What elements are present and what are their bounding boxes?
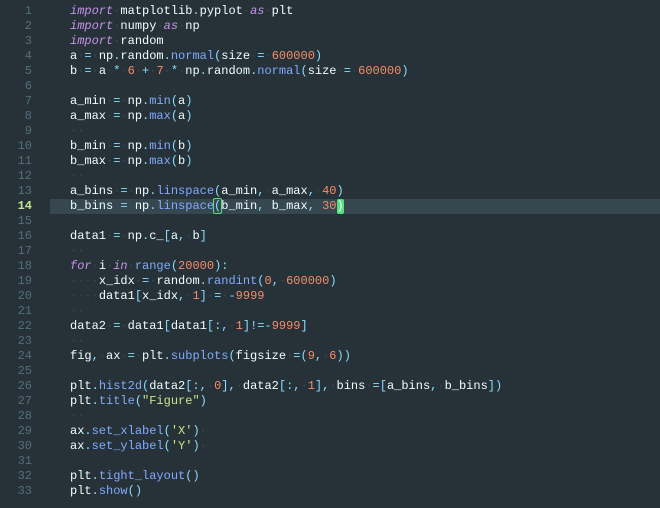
code-line[interactable]: ·· [70,169,660,184]
code-area[interactable]: import·matplotlib.pyplot·as·pltimport·nu… [50,0,660,499]
code-line[interactable]: ·· [70,409,660,424]
line-number: 11 [0,154,32,169]
line-number: 30 [0,439,32,454]
code-line[interactable]: ····x_idx·=·random.randint(0,·600000) [70,274,660,289]
code-line[interactable]: b_min·=·np.min(b) [70,139,660,154]
code-line[interactable]: a_bins·=·np.linspace(a_min,·a_max,·40) [70,184,660,199]
line-number: 22 [0,319,32,334]
line-number: 4 [0,49,32,64]
line-number: 17 [0,244,32,259]
line-number: 5 [0,64,32,79]
line-number: 23 [0,334,32,349]
line-number: 18 [0,259,32,274]
code-line[interactable]: plt.title("Figure") [70,394,660,409]
code-line[interactable] [70,79,660,94]
line-number: 33 [0,484,32,499]
code-line[interactable]: import·numpy·as·np [70,19,660,34]
line-number: 8 [0,109,32,124]
code-line[interactable]: fig,·ax·=·plt.subplots(figsize·=(9,·6)) [70,349,660,364]
code-line[interactable]: import·random [70,34,660,49]
line-number: 21 [0,304,32,319]
code-line[interactable]: ·· [70,304,660,319]
line-number: 31 [0,454,32,469]
code-line[interactable]: a_min·=·np.min(a) [70,94,660,109]
line-number: 1 [0,4,32,19]
code-line[interactable]: plt.tight_layout() [70,469,660,484]
code-line[interactable]: import·matplotlib.pyplot·as·plt [70,4,660,19]
code-line[interactable]: b·=·a·*·6·+·7·*·np.random.normal(size·=·… [70,64,660,79]
line-number: 20 [0,289,32,304]
line-number: 3 [0,34,32,49]
code-line[interactable]: a·=·np.random.normal(size·=·600000) [70,49,660,64]
code-line[interactable]: ax.set_ylabel('Y')· [70,439,660,454]
code-line[interactable]: plt.show() [70,484,660,499]
code-line[interactable]: data2·=·data1[data1[:,·1]!=-9999] [70,319,660,334]
code-line[interactable]: ·· [70,244,660,259]
line-number: 10 [0,139,32,154]
code-editor[interactable]: 1234567891011121314151617181920212223242… [0,0,660,499]
code-line[interactable] [70,214,660,229]
line-number: 25 [0,364,32,379]
line-number: 13 [0,184,32,199]
line-number: 27 [0,394,32,409]
code-line[interactable]: ·· [70,124,660,139]
line-number-gutter: 1234567891011121314151617181920212223242… [0,0,50,499]
code-line[interactable]: ····data1[x_idx,·1]·=·-9999 [70,289,660,304]
code-line[interactable]: ax.set_xlabel('X')· [70,424,660,439]
line-number: 32 [0,469,32,484]
cursor: ) [337,199,344,214]
code-line[interactable]: plt.hist2d(data2[:,·0],·data2[:,·1],·bin… [70,379,660,394]
code-line[interactable]: b_max·=·np.max(b) [70,154,660,169]
line-number: 26 [0,379,32,394]
line-number: 29 [0,424,32,439]
code-line[interactable] [70,454,660,469]
code-line[interactable]: data1·=·np.c_[a,·b] [70,229,660,244]
code-line[interactable]: b_bins·=·np.linspace(b_min,·b_max,·30) [50,199,660,214]
code-line[interactable] [70,364,660,379]
code-line[interactable]: ·· [70,334,660,349]
line-number: 16 [0,229,32,244]
line-number: 6 [0,79,32,94]
code-line[interactable]: a_max·=·np.max(a) [70,109,660,124]
code-line[interactable]: for·i·in·range(20000): [70,259,660,274]
line-number: 24 [0,349,32,364]
line-number: 7 [0,94,32,109]
line-number: 15 [0,214,32,229]
line-number: 14 [0,199,32,214]
line-number: 28 [0,409,32,424]
line-number: 9 [0,124,32,139]
line-number: 19 [0,274,32,289]
line-number: 2 [0,19,32,34]
line-number: 12 [0,169,32,184]
